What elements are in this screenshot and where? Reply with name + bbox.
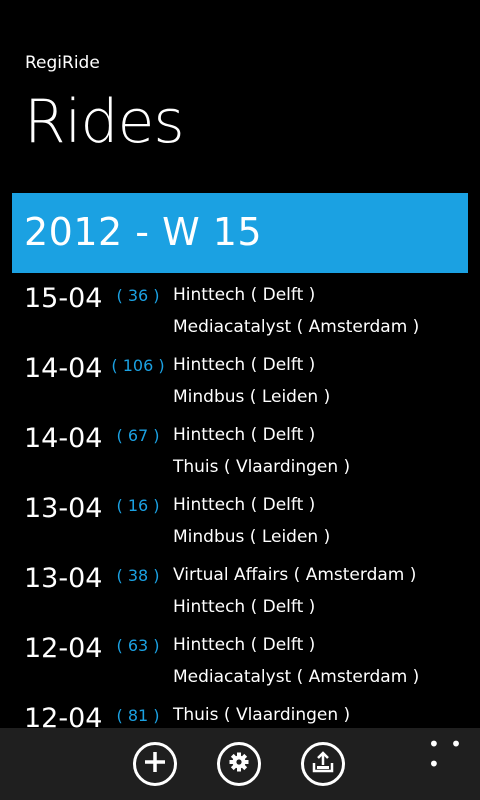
ride-distance: ( 81 ): [116, 706, 160, 725]
ride-from: Hinttech ( Delft ): [173, 635, 316, 655]
add-icon: [143, 750, 167, 778]
ride-distance: ( 38 ): [116, 566, 160, 585]
application-bar: • • •: [0, 728, 480, 800]
gear-icon: [229, 752, 249, 776]
ride-date: 14-04: [24, 353, 103, 384]
ride-date: 13-04: [24, 563, 103, 594]
ride-from: Hinttech ( Delft ): [173, 425, 316, 445]
settings-button[interactable]: [217, 742, 261, 786]
ride-distance: ( 16 ): [116, 496, 160, 515]
ride-list[interactable]: 15-04 ( 36 ) Hinttech ( Delft ) Mediacat…: [0, 276, 480, 728]
app-name: RegiRide: [25, 53, 100, 73]
ride-item[interactable]: 12-04 ( 63 ) Hinttech ( Delft ) Mediacat…: [0, 626, 480, 696]
add-ride-button[interactable]: [133, 742, 177, 786]
ride-date: 14-04: [24, 423, 103, 454]
ride-from: Virtual Affairs ( Amsterdam ): [173, 565, 417, 585]
ride-from: Thuis ( Vlaardingen ): [173, 705, 351, 725]
ride-from: Hinttech ( Delft ): [173, 355, 316, 375]
ride-date: 13-04: [24, 493, 103, 524]
upload-icon: [311, 750, 335, 778]
ride-to: Mediacatalyst ( Amsterdam ): [173, 667, 420, 687]
page-title: Rides: [24, 87, 185, 157]
ride-from: Hinttech ( Delft ): [173, 285, 316, 305]
ride-from: Hinttech ( Delft ): [173, 495, 316, 515]
ride-distance: ( 106 ): [111, 356, 165, 375]
ride-item[interactable]: 14-04 ( 106 ) Hinttech ( Delft ) Mindbus…: [0, 346, 480, 416]
ride-distance: ( 67 ): [116, 426, 160, 445]
ride-item[interactable]: 14-04 ( 67 ) Hinttech ( Delft ) Thuis ( …: [0, 416, 480, 486]
week-label: 2012 - W 15: [24, 210, 263, 254]
ride-date: 15-04: [24, 283, 103, 314]
ride-date: 12-04: [24, 703, 103, 728]
ride-item[interactable]: 12-04 ( 81 ) Thuis ( Vlaardingen ): [0, 696, 480, 728]
ride-to: Mindbus ( Leiden ): [173, 387, 331, 407]
ride-item[interactable]: 13-04 ( 16 ) Hinttech ( Delft ) Mindbus …: [0, 486, 480, 556]
ride-distance: ( 63 ): [116, 636, 160, 655]
ride-to: Thuis ( Vlaardingen ): [173, 457, 351, 477]
ride-date: 12-04: [24, 633, 103, 664]
more-options-button[interactable]: • • •: [428, 734, 480, 774]
ride-to: Mindbus ( Leiden ): [173, 527, 331, 547]
ride-to: Hinttech ( Delft ): [173, 597, 316, 617]
ride-item[interactable]: 13-04 ( 38 ) Virtual Affairs ( Amsterdam…: [0, 556, 480, 626]
ride-distance: ( 36 ): [116, 286, 160, 305]
ride-item[interactable]: 15-04 ( 36 ) Hinttech ( Delft ) Mediacat…: [0, 276, 480, 346]
ride-to: Mediacatalyst ( Amsterdam ): [173, 317, 420, 337]
upload-button[interactable]: [301, 742, 345, 786]
week-group-header[interactable]: 2012 - W 15: [12, 193, 468, 273]
